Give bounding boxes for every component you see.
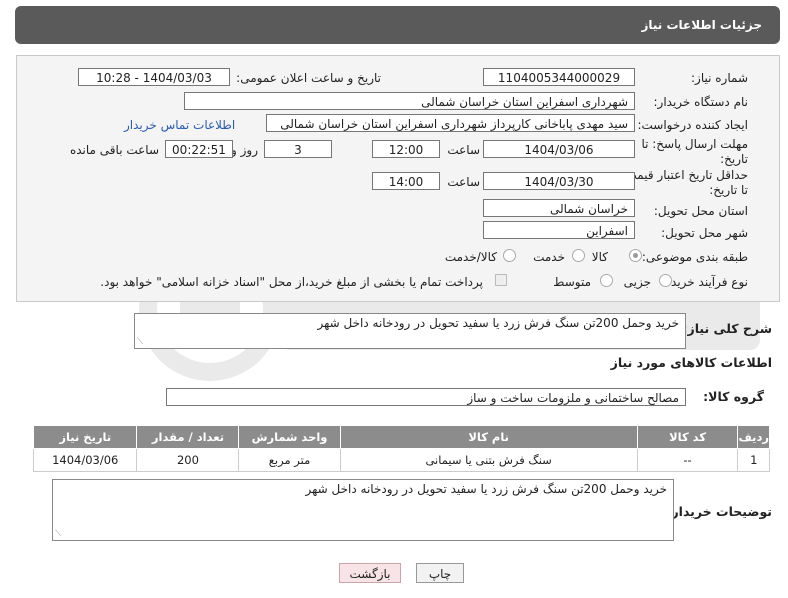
col-header-row-number: ردیف — [737, 425, 770, 449]
summary-label: شرح کلی نیاز: — [682, 321, 772, 336]
buyer-contact-link[interactable]: اطلاعات تماس خریدار — [124, 118, 235, 132]
process-option-minor: جزیی — [623, 275, 651, 289]
col-header-unit: واحد شمارش — [238, 425, 341, 449]
province-field: خراسان شمالی — [483, 199, 635, 217]
process-radio-medium[interactable] — [600, 274, 613, 287]
days-field: 3 — [264, 140, 332, 158]
buyer-notes-textarea[interactable]: خرید وحمل 200تن سنگ فرش زرد یا سفید تحوی… — [52, 479, 674, 541]
price-deadline-label-2: تا تاریخ: — [709, 183, 748, 197]
process-radio-minor[interactable] — [659, 274, 672, 287]
treasury-payment-note: پرداخت تمام یا بخشی از مبلغ خرید،از محل … — [100, 275, 483, 289]
price-date-field: 1404/03/30 — [483, 172, 635, 190]
category-radio-service[interactable] — [572, 249, 585, 262]
process-label: نوع فرآیند خرید : — [663, 275, 748, 289]
col-header-name: نام کالا — [339, 425, 638, 449]
buyer-org-field: شهرداری اسفراین استان خراسان شمالی — [184, 92, 635, 110]
process-option-medium: متوسط — [553, 275, 591, 289]
price-time-label: ساعت — [447, 175, 480, 189]
print-button[interactable]: چاپ — [416, 563, 464, 583]
buyer-notes-text: خرید وحمل 200تن سنگ فرش زرد یا سفید تحوی… — [305, 482, 668, 496]
province-label: استان محل تحویل: — [653, 204, 748, 218]
reply-date-field: 1404/03/06 — [483, 140, 635, 158]
announce-field: 1404/03/03 - 10:28 — [78, 68, 230, 86]
category-radio-both[interactable] — [503, 249, 516, 262]
cell-unit: متر مربع — [238, 448, 341, 472]
reply-deadline-label-2: تاریخ: — [720, 152, 748, 166]
buyer-org-label: نام دستگاه خریدار: — [653, 95, 749, 109]
cell-date: 1404/03/06 — [32, 448, 138, 472]
buyer-notes-label: توضیحات خریدار: — [666, 504, 772, 519]
category-option-both: کالا/خدمت — [444, 250, 497, 264]
price-time-field: 14:00 — [372, 172, 440, 190]
need-number-label: شماره نیاز: — [691, 71, 748, 85]
category-option-goods: کالا — [591, 250, 608, 264]
price-deadline-label: حداقل تاریخ اعتبار قیمت: — [621, 168, 748, 182]
creator-field: سید مهدی پاباخانی کارپرداز شهرداری اسفرا… — [266, 114, 635, 132]
reply-time-label: ساعت — [447, 143, 480, 157]
col-header-quantity: تعداد / مقدار — [136, 425, 240, 449]
goods-group-label: گروه کالا: — [703, 389, 764, 404]
category-option-service: خدمت — [533, 250, 565, 264]
back-button[interactable]: بازگشت — [339, 563, 401, 583]
summary-text: خرید وحمل 200تن سنگ فرش زرد یا سفید تحوی… — [317, 316, 680, 330]
reply-time-field: 12:00 — [372, 140, 440, 158]
announce-label: تاریخ و ساعت اعلان عمومی: — [236, 71, 381, 85]
goods-table: ردیف کد کالا نام کالا واحد شمارش تعداد /… — [32, 425, 770, 472]
category-label: طبقه بندی موضوعی: — [641, 250, 748, 264]
goods-section-title: اطلاعات کالاهای مورد نیاز — [610, 355, 772, 370]
page-title-bar: جزئیات اطلاعات نیاز — [15, 6, 780, 44]
city-field: اسفراین — [483, 221, 635, 239]
table-row: 1 -- سنگ فرش بتنی یا سیمانی متر مربع 200… — [32, 448, 770, 472]
cell-row-number: 1 — [737, 448, 770, 472]
cell-code: -- — [636, 448, 739, 472]
city-label: شهر محل تحویل: — [661, 226, 748, 240]
need-number-field: 1104005344000029 — [483, 68, 635, 86]
remaining-time-field: 00:22:51 — [165, 140, 233, 158]
treasury-payment-checkbox[interactable] — [495, 274, 507, 286]
resize-grip-icon[interactable]: ⟋ — [137, 337, 143, 347]
cell-quantity: 200 — [136, 448, 240, 472]
creator-label: ایجاد کننده درخواست: — [637, 118, 748, 132]
days-label: روز و — [231, 143, 258, 157]
col-header-code: کد کالا — [636, 425, 739, 449]
page-title: جزئیات اطلاعات نیاز — [641, 18, 762, 32]
goods-group-field: مصالح ساختمانی و ملزومات ساخت و ساز — [166, 388, 686, 406]
resize-grip-icon[interactable]: ⟋ — [55, 529, 61, 539]
col-header-date: تاریخ نیاز — [32, 425, 138, 449]
category-radio-goods[interactable] — [629, 249, 642, 262]
remaining-time-label: ساعت باقی مانده — [69, 143, 159, 157]
cell-name: سنگ فرش بتنی یا سیمانی — [339, 448, 638, 472]
reply-deadline-label: مهلت ارسال پاسخ: تا — [641, 137, 748, 151]
table-header-row: ردیف کد کالا نام کالا واحد شمارش تعداد /… — [32, 425, 770, 449]
summary-textarea[interactable]: خرید وحمل 200تن سنگ فرش زرد یا سفید تحوی… — [134, 313, 686, 349]
